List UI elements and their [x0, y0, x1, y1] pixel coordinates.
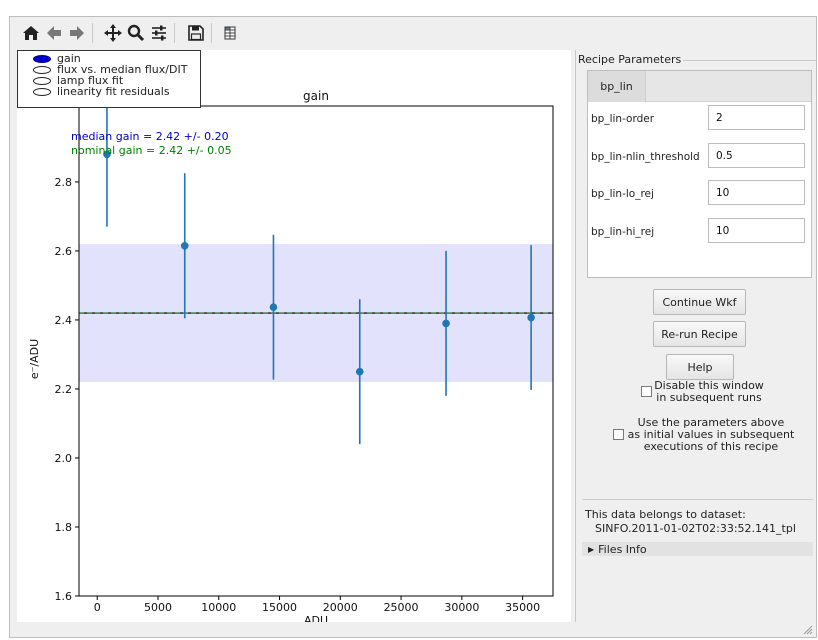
application-window: 0 5000 10000 15000 20000 25000 30000 35000 1.6 1.… — [9, 16, 817, 638]
x-tick-label: 25000 — [384, 601, 419, 614]
x-tick-label: 30000 — [444, 601, 479, 614]
group-border — [671, 60, 817, 61]
disable-window-label: Disable this window in subsequent runs — [654, 380, 764, 404]
param-label-lo-rej: bp_lin-lo_rej — [591, 188, 654, 200]
data-point — [442, 319, 450, 328]
toolbar — [10, 17, 816, 49]
data-point — [269, 303, 278, 311]
toolbar-separator — [211, 23, 212, 43]
legend-marker — [33, 76, 51, 85]
rerun-recipe-button[interactable]: Re-run Recipe — [653, 321, 746, 347]
x-tick-label: 20000 — [323, 601, 358, 614]
x-axis-label: ADU — [304, 614, 328, 622]
recipe-panel: Recipe Parameters bp_lin bp_lin-order bp… — [575, 50, 817, 622]
legend-label: linearity fit residuals — [57, 85, 170, 98]
x-tick-label: 15000 — [262, 601, 297, 614]
legend-entry: linearity fit residuals — [18, 86, 200, 97]
disable-window-checkbox[interactable] — [641, 386, 652, 397]
param-input-hi-rej[interactable] — [708, 218, 805, 243]
tab-bp-lin[interactable]: bp_lin — [588, 71, 646, 102]
legend-marker — [33, 87, 51, 96]
legend[interactable]: gain flux vs. median flux/DIT lamp flux … — [17, 50, 201, 108]
plot-panel: 0 5000 10000 15000 20000 25000 30000 35000 1.6 1.… — [17, 50, 571, 622]
y-tick-label: 2.2 — [55, 383, 73, 396]
y-tick-label: 2.8 — [55, 176, 73, 189]
divider — [582, 499, 813, 500]
x-tick-label: 5000 — [144, 601, 172, 614]
param-label-order: bp_lin-order — [591, 113, 655, 125]
back-arrow-icon[interactable] — [43, 22, 65, 44]
param-label-hi-rej: bp_lin-hi_rej — [591, 226, 655, 238]
status-bar — [10, 622, 816, 637]
grid-icon[interactable] — [219, 22, 241, 44]
param-label-nlin-threshold: bp_lin-nlin_threshold — [591, 151, 700, 163]
gain-annotation: median gain = 2.42 +/- 0.20 — [71, 130, 229, 143]
gain-annotation: nominal gain = 2.42 +/- 0.05 — [71, 144, 232, 157]
resize-grip-icon[interactable] — [801, 623, 813, 635]
param-input-lo-rej[interactable] — [708, 180, 805, 205]
files-info-expander[interactable]: ▶ Files Info — [582, 542, 813, 556]
home-icon[interactable] — [20, 22, 42, 44]
y-tick-label: 2.0 — [55, 452, 73, 465]
y-tick-label: 2.6 — [55, 245, 73, 258]
dataset-id: SINFO.2011-01-02T02:33:52.141_tpl — [595, 522, 796, 535]
data-point — [180, 241, 189, 250]
x-tick-label: 10000 — [201, 601, 236, 614]
pan-icon[interactable] — [102, 22, 124, 44]
x-tick-label: 35000 — [505, 601, 540, 614]
param-input-nlin-threshold[interactable] — [708, 143, 805, 168]
dataset-label: This data belongs to dataset: — [585, 508, 746, 521]
data-point — [355, 367, 364, 376]
disable-window-text: in subsequent runs — [656, 391, 762, 404]
save-icon[interactable] — [185, 22, 207, 44]
use-parameters-text: executions of this recipe — [643, 440, 779, 453]
toolbar-separator — [174, 23, 175, 43]
y-tick-label: 2.4 — [55, 314, 73, 327]
data-point — [527, 313, 535, 322]
files-info-label: Files Info — [598, 542, 647, 556]
continue-workflow-button[interactable]: Continue Wkf — [653, 289, 746, 315]
parameter-box: bp_lin bp_lin-order bp_lin-nlin_threshol… — [587, 70, 812, 278]
chart-title: gain — [303, 89, 329, 103]
tab-bar: bp_lin — [588, 71, 811, 102]
y-axis-label: e⁻/ADU — [28, 339, 41, 379]
gain-chart[interactable]: 0 5000 10000 15000 20000 25000 30000 35000 1.6 1.… — [17, 50, 571, 622]
help-button[interactable]: Help — [666, 354, 734, 380]
y-tick-label: 1.6 — [55, 590, 73, 603]
legend-marker — [33, 65, 51, 74]
x-tick-label: 0 — [94, 601, 101, 614]
expand-triangle-icon: ▶ — [588, 544, 595, 554]
y-tick-label: 1.8 — [55, 521, 73, 534]
configure-icon[interactable] — [148, 22, 170, 44]
use-parameters-label: Use the parameters above as initial valu… — [626, 417, 796, 453]
toolbar-separator — [92, 23, 93, 43]
zoom-icon[interactable] — [125, 22, 147, 44]
param-input-order[interactable] — [708, 105, 805, 130]
legend-marker — [33, 54, 51, 63]
use-parameters-checkbox[interactable] — [613, 429, 624, 440]
recipe-parameters-title: Recipe Parameters — [578, 53, 684, 66]
forward-arrow-icon[interactable] — [66, 22, 88, 44]
